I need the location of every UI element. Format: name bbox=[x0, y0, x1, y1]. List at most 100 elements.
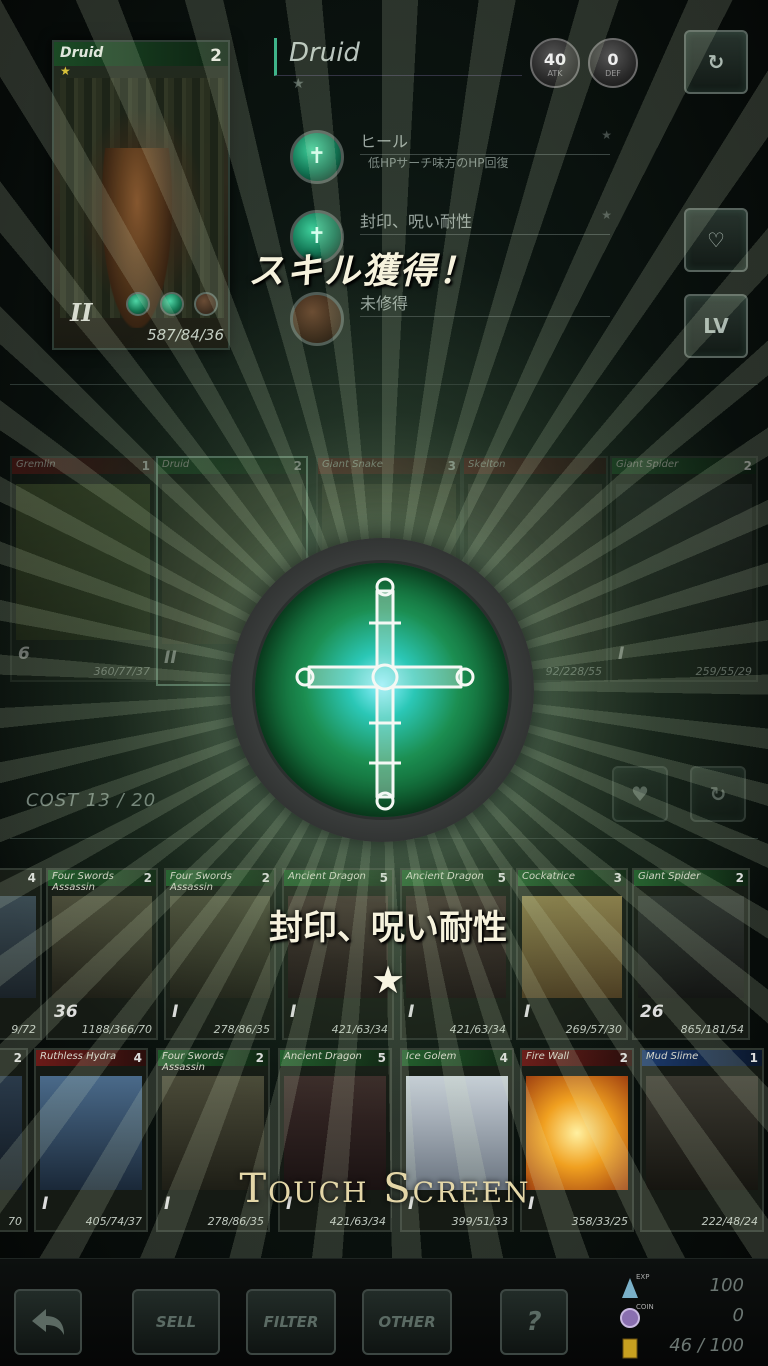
skill-slot-empty-icon bbox=[194, 292, 218, 316]
card-cost: 2 bbox=[735, 871, 744, 885]
favorite-button[interactable]: ♡ bbox=[684, 208, 748, 272]
card-name: Fire Wall bbox=[522, 1050, 632, 1066]
skill-name: 未修得 bbox=[360, 290, 610, 317]
detail-title-bar: Druid bbox=[274, 38, 522, 76]
atk-value: 40 bbox=[543, 50, 567, 69]
help-button[interactable]: ? bbox=[500, 1289, 568, 1355]
card-level: 36 bbox=[54, 1002, 78, 1022]
acquired-skill-star: ★ bbox=[370, 958, 406, 1002]
deck-cost-label: COST 13 / 20 bbox=[26, 790, 157, 811]
card-cost: 1 bbox=[749, 1051, 758, 1065]
card-stats: 92/228/55 bbox=[545, 665, 602, 678]
card-stats: 9/72 bbox=[11, 1023, 36, 1036]
card-cost: 5 bbox=[379, 871, 388, 885]
selected-card-art bbox=[60, 78, 224, 328]
collection-card[interactable]: Cockatrice 3 I 269/57/30 bbox=[516, 868, 628, 1040]
def-unit: DEF bbox=[605, 69, 621, 78]
card-stats: 358/33/25 bbox=[571, 1215, 628, 1228]
skill-slot-icon bbox=[160, 292, 184, 316]
skill-star: ★ bbox=[601, 128, 612, 142]
card-art bbox=[0, 896, 36, 998]
detail-title: Druid bbox=[289, 38, 360, 68]
skill-acquired-screen[interactable]: Druid 2 ★ II 587/84/36 Druid ★ 40 ATK 0 … bbox=[0, 0, 768, 1366]
coin-value: 0 bbox=[732, 1305, 744, 1326]
collection-card[interactable]: Ancient Dragon 5 I 421/63/34 bbox=[400, 868, 512, 1040]
collection-card[interactable]: Ancient Dragon 5 I 421/63/34 bbox=[282, 868, 394, 1040]
sell-button[interactable]: SELL bbox=[132, 1289, 220, 1355]
collection-card[interactable]: 2 70 bbox=[0, 1048, 28, 1232]
card-count-resource: 46 / 100 bbox=[618, 1335, 758, 1363]
selected-card-name: Druid bbox=[54, 42, 228, 66]
card-name: Ice Golem bbox=[402, 1050, 512, 1066]
card-name: Four Swords Assassin bbox=[48, 870, 156, 893]
cross-icon bbox=[295, 577, 475, 811]
card-stats: 259/55/29 bbox=[695, 665, 752, 678]
exp-label: EXP bbox=[636, 1273, 650, 1281]
back-button[interactable] bbox=[14, 1289, 82, 1355]
card-stats: 269/57/30 bbox=[565, 1023, 622, 1036]
skill-desc: 低HPサーチ味方のHP回復 bbox=[368, 156, 509, 170]
refresh-button[interactable]: ↻ bbox=[684, 30, 748, 94]
card-stats: 70 bbox=[8, 1215, 22, 1228]
card-level: I bbox=[290, 1002, 297, 1022]
selected-card: Druid 2 ★ II 587/84/36 bbox=[52, 40, 230, 350]
card-level: I bbox=[42, 1194, 49, 1214]
collection-card[interactable]: Ruthless Hydra 4 I 405/74/37 bbox=[34, 1048, 148, 1232]
skill-name: ヒール bbox=[360, 128, 610, 155]
other-button[interactable]: OTHER bbox=[362, 1289, 452, 1355]
level-button[interactable]: LV bbox=[684, 294, 748, 358]
collection-card[interactable]: Mud Slime 1 222/48/24 bbox=[640, 1048, 764, 1232]
card-stack-icon bbox=[622, 1338, 638, 1359]
card-cost: 5 bbox=[497, 871, 506, 885]
card-art bbox=[646, 1076, 758, 1190]
refresh-icon: ↻ bbox=[707, 50, 725, 74]
card-stats: 278/86/35 bbox=[213, 1023, 270, 1036]
card-art bbox=[0, 1076, 22, 1190]
card-stats: 399/51/33 bbox=[451, 1215, 508, 1228]
card-cost: 3 bbox=[447, 459, 456, 473]
def-value: 0 bbox=[607, 50, 619, 69]
skill-row[interactable]: 未修得 bbox=[290, 290, 620, 360]
card-stats: 865/181/54 bbox=[680, 1023, 744, 1036]
card-stats: 1188/366/70 bbox=[81, 1023, 152, 1036]
card-name: Giant Spider bbox=[634, 870, 748, 886]
selected-card-cost: 2 bbox=[210, 46, 222, 66]
card-name: Giant Spider bbox=[612, 458, 756, 474]
deck-card[interactable]: Gremlin 1 6 360/77/37 bbox=[10, 456, 156, 682]
collection-card[interactable]: 4 9/72 bbox=[0, 868, 42, 1040]
exp-resource: EXP 100 bbox=[618, 1273, 758, 1303]
card-cost: 2 bbox=[143, 871, 152, 885]
acquired-skill-name: 封印、呪い耐性 bbox=[269, 908, 507, 948]
card-level: I bbox=[164, 1194, 171, 1214]
card-name: Ancient Dragon bbox=[280, 1050, 390, 1066]
skill-star: ★ bbox=[601, 208, 612, 222]
collection-card[interactable]: Four Swords Assassin 2 I 278/86/35 bbox=[164, 868, 276, 1040]
collection-card[interactable]: Four Swords Assassin 2 36 1188/366/70 bbox=[46, 868, 158, 1040]
collection-card[interactable]: Giant Spider 2 26 865/181/54 bbox=[632, 868, 750, 1040]
card-name: Mud Slime bbox=[642, 1050, 762, 1066]
deck-refresh-button[interactable]: ↻ bbox=[690, 766, 746, 822]
card-cost: 4 bbox=[499, 1051, 508, 1065]
card-art bbox=[16, 484, 150, 640]
card-stats: 405/74/37 bbox=[85, 1215, 142, 1228]
exp-value: 100 bbox=[709, 1275, 744, 1296]
back-arrow-icon bbox=[32, 1309, 64, 1335]
card-level: I bbox=[618, 644, 625, 664]
card-stats: 222/48/24 bbox=[701, 1215, 758, 1228]
heart-icon: ♡ bbox=[707, 228, 725, 252]
refresh-icon: ↻ bbox=[709, 782, 727, 806]
card-art bbox=[638, 896, 744, 998]
card-cost: 2 bbox=[255, 1051, 264, 1065]
card-name: Cockatrice bbox=[518, 870, 626, 886]
touch-screen-prompt[interactable]: Touch Screen bbox=[200, 1166, 570, 1212]
card-name: Skelton bbox=[464, 458, 606, 474]
def-badge: 0 DEF bbox=[588, 38, 638, 88]
card-name: Ruthless Hydra bbox=[36, 1050, 146, 1066]
level-label: LV bbox=[703, 314, 729, 338]
deck-favorite-button[interactable]: ♥ bbox=[612, 766, 668, 822]
card-cost: 4 bbox=[133, 1051, 142, 1065]
card-name: Four Swords Assassin bbox=[158, 1050, 268, 1073]
deck-card[interactable]: Giant Spider 2 I 259/55/29 bbox=[610, 456, 758, 682]
filter-button[interactable]: FILTER bbox=[246, 1289, 336, 1355]
skill-row[interactable]: ✝ ヒール ★ 低HPサーチ味方のHP回復 bbox=[290, 128, 620, 198]
